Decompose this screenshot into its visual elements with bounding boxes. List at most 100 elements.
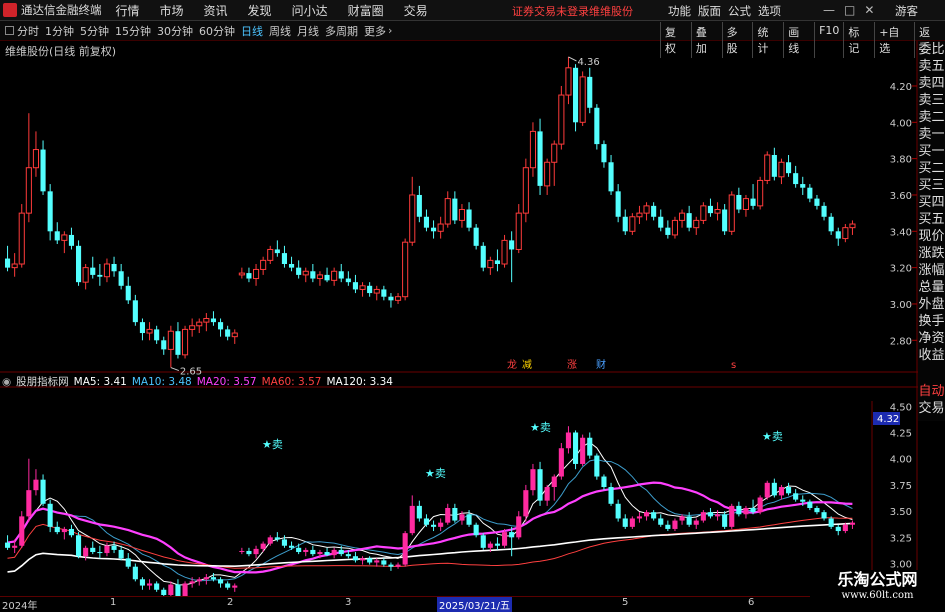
candle-body xyxy=(316,274,324,280)
restore-icon[interactable]: □ xyxy=(844,3,855,17)
candle-body xyxy=(161,340,167,350)
period-weekly[interactable]: 周线 xyxy=(269,23,291,39)
high-marker xyxy=(568,56,577,62)
login-status[interactable]: 证券交易未登录 xyxy=(512,3,589,19)
candle-body xyxy=(693,219,700,229)
candle-body xyxy=(778,161,785,178)
settings-icon[interactable]: ◉ xyxy=(2,376,11,388)
ind-candle-body xyxy=(61,528,67,533)
sell-signal-label[interactable]: ★卖 xyxy=(262,438,283,451)
minimize-icon[interactable]: — xyxy=(823,3,835,17)
menu-wealth[interactable]: 财富圈 xyxy=(348,2,384,19)
candle-body xyxy=(579,76,586,123)
chevron-right-icon[interactable]: › xyxy=(388,24,392,37)
ma-legend-item: MA5: 3.41 xyxy=(73,375,127,388)
side-label: 卖四 xyxy=(918,76,945,91)
menu-market[interactable]: 行情 xyxy=(116,2,140,19)
candle-body xyxy=(281,253,288,264)
candle-body xyxy=(714,209,721,214)
menu-trade[interactable]: 交易 xyxy=(404,2,428,19)
ind-candle-body xyxy=(239,550,245,553)
menu-bar: 通达信金融终端 行情 市场 资讯 发现 问小达 财富圈 交易 证券交易未登录 维… xyxy=(0,0,945,21)
ind-candle-body xyxy=(317,552,323,555)
current-date-label: 2025/03/21/五 xyxy=(437,597,513,612)
chart-area[interactable]: 4.20 4.00 3.80 3.60 3.40 3.20 3.00 2.80 4.50 4.25… xyxy=(0,41,918,596)
ind-candle-body xyxy=(480,535,486,548)
candle-body xyxy=(189,325,196,330)
event-tag[interactable]: 涨 xyxy=(567,359,577,371)
ind-candle-body xyxy=(260,543,266,549)
candle-body xyxy=(225,329,231,337)
indicator-name[interactable]: 股朋指标网 xyxy=(16,374,69,389)
candle-body xyxy=(736,194,742,210)
checkbox-icon[interactable] xyxy=(5,26,14,35)
side-label: 委比 xyxy=(918,42,945,57)
menu-layout[interactable]: 版面 xyxy=(698,3,721,19)
sell-signal-label[interactable]: ★卖 xyxy=(425,467,446,480)
candle-body xyxy=(238,272,245,276)
candle-body xyxy=(40,149,46,192)
event-tag[interactable]: 龙 xyxy=(507,358,517,371)
menu-ask[interactable]: 问小达 xyxy=(292,2,328,19)
ind-candle-body xyxy=(352,556,359,561)
menu-discover[interactable]: 发现 xyxy=(248,2,272,19)
ind-candle-body xyxy=(629,518,635,527)
candle-body xyxy=(636,212,643,218)
period-more[interactable]: 更多 xyxy=(364,23,386,39)
menu-formula[interactable]: 公式 xyxy=(728,3,751,19)
candle-body xyxy=(82,267,89,283)
period-monthly[interactable]: 月线 xyxy=(297,23,319,39)
event-tag[interactable]: 财 xyxy=(596,358,606,371)
period-1min[interactable]: 1分钟 xyxy=(45,23,74,39)
period-60min[interactable]: 60分钟 xyxy=(199,23,235,39)
period-30min[interactable]: 30分钟 xyxy=(157,23,193,39)
price-axis-label: 3.80 xyxy=(890,155,912,166)
period-multi[interactable]: 多周期 xyxy=(325,23,358,39)
ind-candle-body xyxy=(778,487,785,496)
trade-label[interactable]: 交易 xyxy=(918,400,945,417)
candle-body xyxy=(75,245,82,283)
ind-candle-body xyxy=(544,487,550,501)
candle-body xyxy=(394,296,402,301)
candle-body xyxy=(728,194,735,232)
date-label: 1 xyxy=(110,597,117,608)
sell-signal-label[interactable]: ★卖 xyxy=(762,430,783,443)
candle-body xyxy=(658,216,664,228)
candle-body xyxy=(402,241,409,298)
sell-signal-label[interactable]: ★卖 xyxy=(530,421,551,434)
guest-label[interactable]: 游客 xyxy=(895,3,918,19)
ind-candle-body xyxy=(367,558,373,563)
ind-candle-body xyxy=(814,507,820,513)
ind-candle-body xyxy=(537,469,543,501)
date-label: 3 xyxy=(345,597,352,608)
watermark: 乐淘公式网 www.60lt.com xyxy=(810,570,945,609)
ind-candle-body xyxy=(445,507,451,523)
candle-body xyxy=(25,167,32,214)
period-daily[interactable]: 日线 xyxy=(241,23,263,39)
ind-candle-body xyxy=(402,533,408,565)
menu-market-list[interactable]: 市场 xyxy=(160,2,184,19)
auto-trade-toggle[interactable]: 自动 xyxy=(918,383,945,400)
candle-body xyxy=(373,288,380,294)
ind-candle-body xyxy=(466,514,472,525)
menu-options[interactable]: 选项 xyxy=(758,3,781,19)
event-tag[interactable]: s xyxy=(731,360,736,371)
candle-body xyxy=(132,300,138,323)
low-marker xyxy=(170,367,180,372)
candle-body xyxy=(260,259,267,270)
period-15min[interactable]: 15分钟 xyxy=(115,23,151,39)
app-logo-icon xyxy=(3,3,17,17)
close-icon[interactable]: ✕ xyxy=(864,3,874,17)
period-5min[interactable]: 5分钟 xyxy=(80,23,109,39)
period-intraday[interactable]: 分时 xyxy=(17,23,39,39)
ind-candle-body xyxy=(324,552,330,556)
ind-candle-body xyxy=(409,505,415,534)
menu-function[interactable]: 功能 xyxy=(668,3,691,19)
ind-candle-body xyxy=(303,549,309,553)
ind-candle-body xyxy=(558,448,564,477)
menu-news[interactable]: 资讯 xyxy=(204,2,228,19)
event-tag[interactable]: 减 xyxy=(522,359,532,371)
ind-candle-body xyxy=(225,583,231,588)
candle-body xyxy=(615,191,621,217)
ind-candle-body xyxy=(714,514,721,517)
